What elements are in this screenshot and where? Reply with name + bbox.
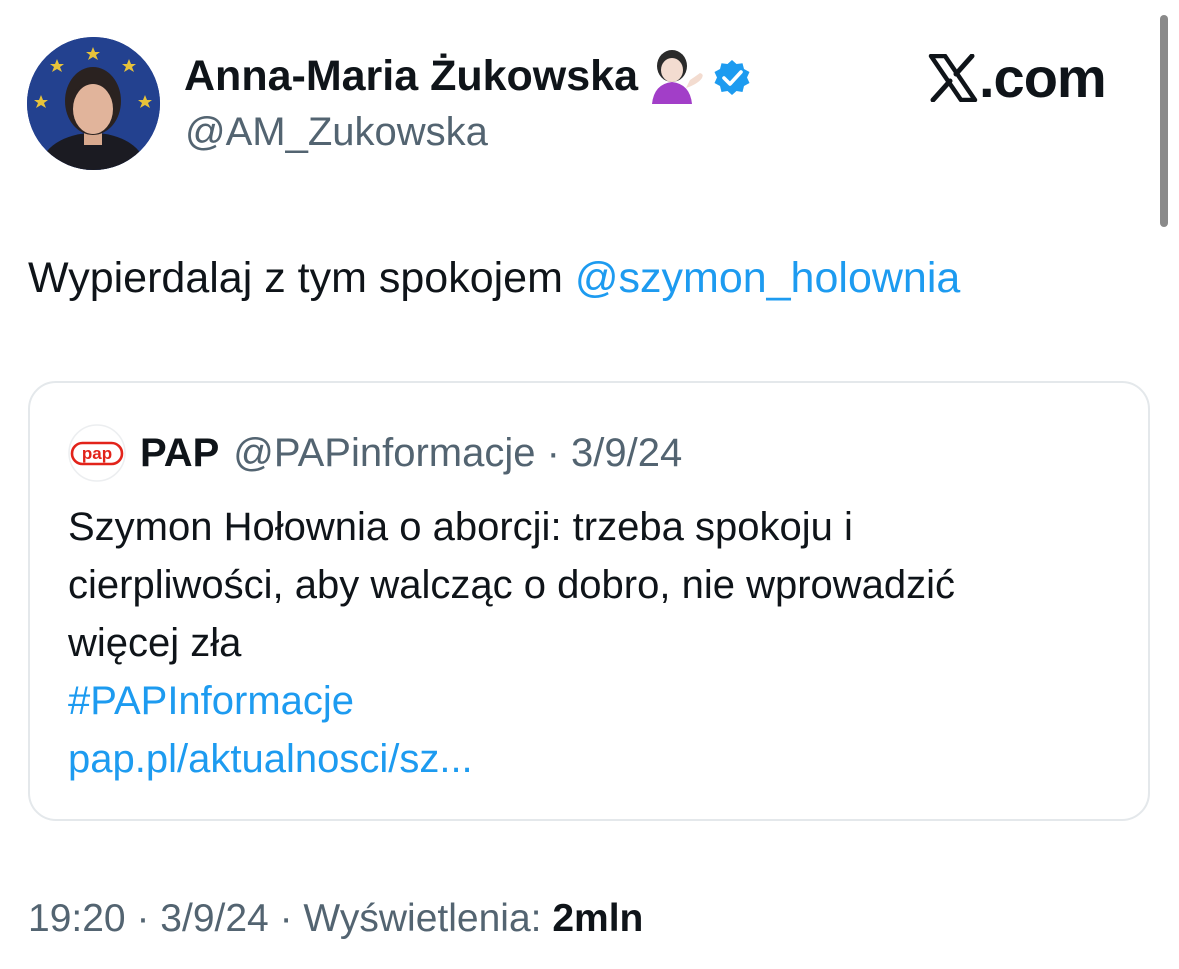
separator-dot: ·	[279, 897, 293, 940]
author-avatar[interactable]	[27, 37, 160, 170]
verified-badge-icon	[712, 56, 752, 96]
tweet-meta: 19:20 · 3/9/24 · Wyświetlenia: 2mln	[28, 893, 643, 945]
x-com-brand: .com	[928, 46, 1107, 109]
quoted-tweet-card[interactable]: pap PAP @PAPinformacje · 3/9/24 Szymon H…	[28, 381, 1150, 821]
pap-logo-icon: pap	[68, 424, 126, 482]
author-name-text: Anna-Maria Żukowska	[184, 52, 638, 100]
quoted-author-name[interactable]: PAP	[140, 431, 219, 476]
author-handle[interactable]: @AM_Zukowska	[185, 106, 488, 158]
author-name[interactable]: Anna-Maria Żukowska	[184, 48, 752, 104]
tweet-date[interactable]: 3/9/24	[160, 897, 268, 940]
quoted-text-line: cierpliwości, aby walcząc o dobro, nie w…	[68, 563, 956, 607]
x-logo-icon	[928, 53, 978, 103]
views-label: Wyświetlenia:	[303, 897, 542, 940]
tweet-body: Wypierdalaj z tym spokojem	[28, 254, 575, 302]
quoted-text-line: więcej zła	[68, 621, 242, 665]
article-link[interactable]: pap.pl/aktualnosci/sz...	[68, 730, 1128, 788]
quoted-handle-text[interactable]: @PAPinformacje	[233, 431, 535, 475]
views-count: 2mln	[552, 897, 644, 940]
tweet-time[interactable]: 19:20	[28, 897, 126, 940]
tweet-text: Wypierdalaj z tym spokojem @szymon_holow…	[28, 248, 960, 308]
separator-dot: ·	[546, 430, 560, 475]
pap-logo-text: pap	[82, 444, 112, 463]
hashtag-link[interactable]: #PAPInformacje	[68, 672, 1128, 730]
quoted-text-line: Szymon Hołownia o aborcji: trzeba spokoj…	[68, 505, 853, 549]
tweet-screenshot: Anna-Maria Żukowska @AM_Zukowska .com Wy…	[0, 0, 1179, 969]
quoted-author-handle: @PAPinformacje · 3/9/24	[233, 431, 682, 476]
quoted-date[interactable]: 3/9/24	[571, 431, 682, 475]
scrollbar[interactable]	[1160, 15, 1168, 227]
quoted-tweet-body: Szymon Hołownia o aborcji: trzeba spokoj…	[68, 498, 1128, 788]
quoted-tweet-header: pap PAP @PAPinformacje · 3/9/24	[68, 424, 682, 482]
woman-tipping-hand-icon	[646, 48, 706, 104]
separator-dot: ·	[136, 897, 150, 940]
mention-link[interactable]: @szymon_holownia	[575, 254, 960, 302]
brand-text: .com	[979, 46, 1107, 109]
